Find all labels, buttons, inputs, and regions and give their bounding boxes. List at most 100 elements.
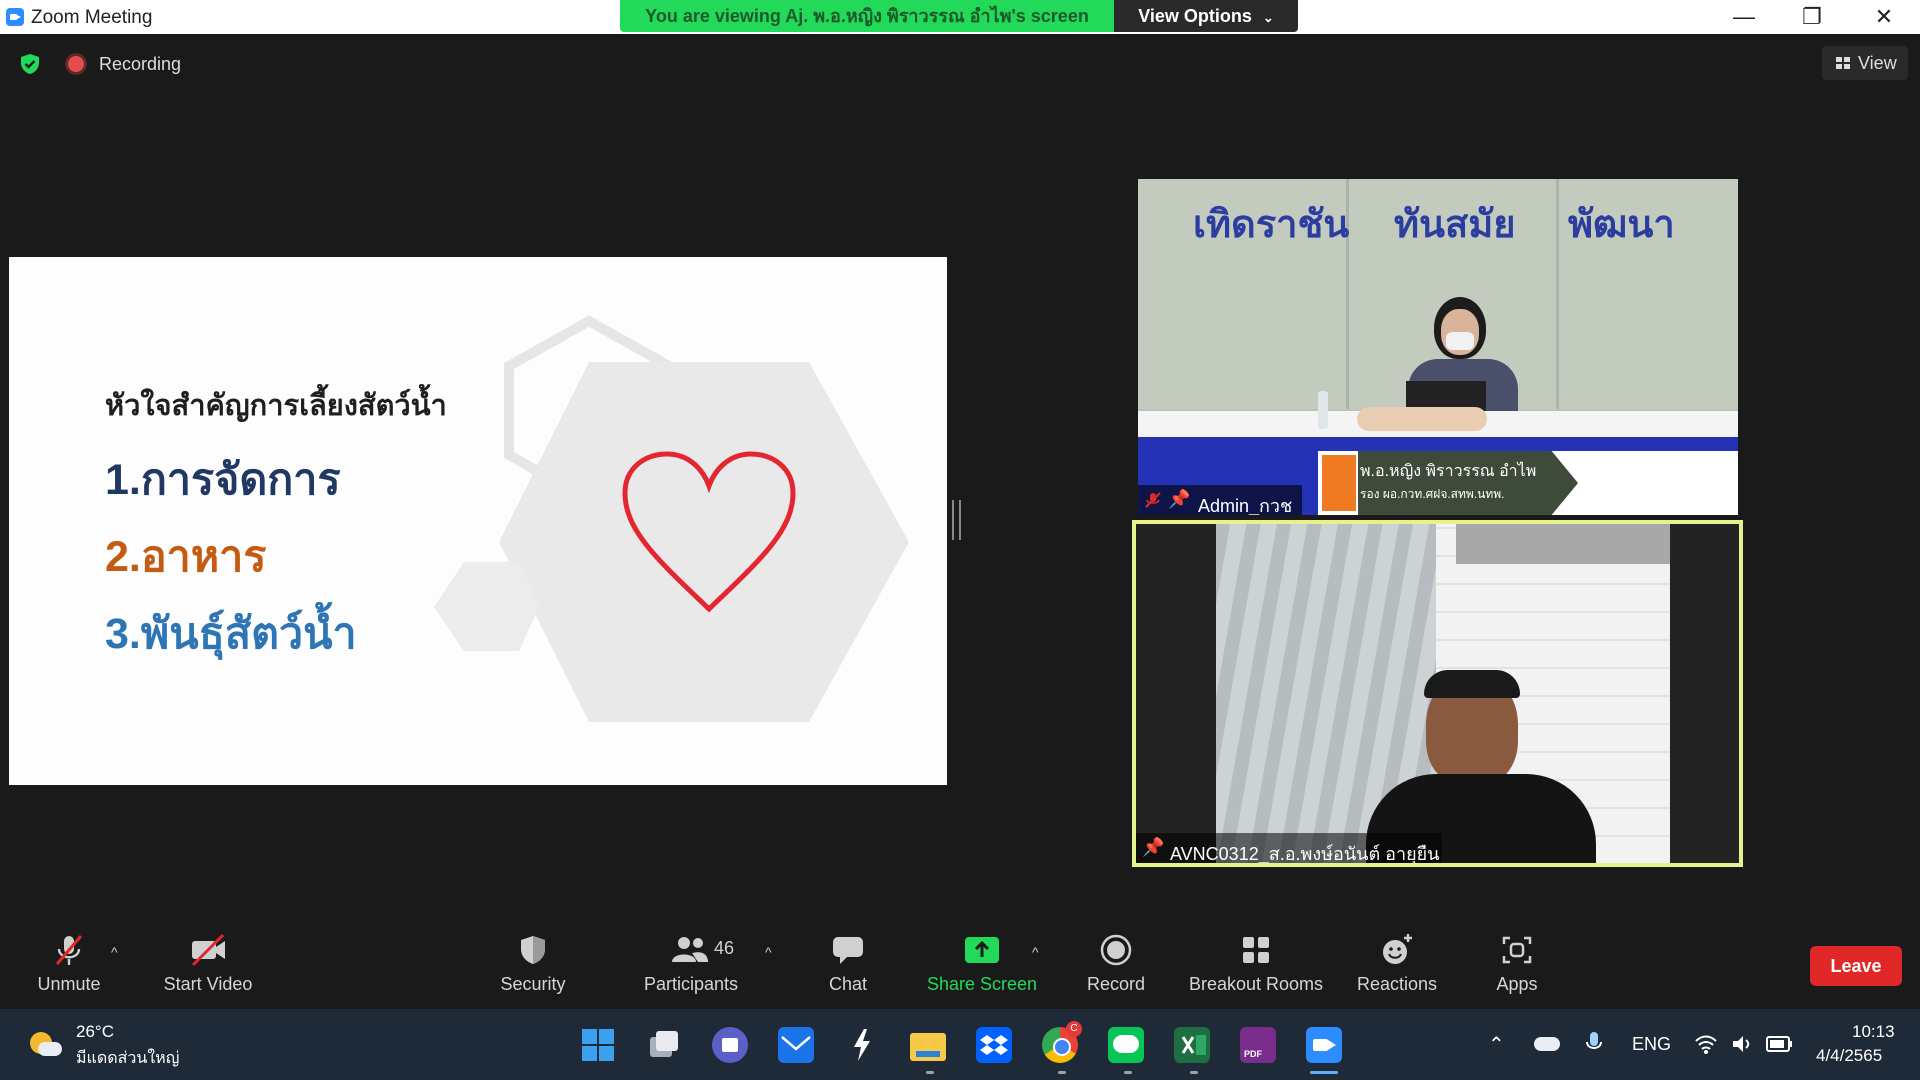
pin-icon: 📌 (1142, 837, 1165, 857)
participants-button[interactable]: 46 Participants (636, 932, 746, 995)
shield-icon (521, 936, 545, 964)
apps-button[interactable]: Apps (1487, 932, 1547, 995)
reactions-label: Reactions (1356, 974, 1438, 994)
chat-button[interactable]: Chat (812, 932, 884, 995)
participant-label: 📌 AVNC0312_ส.อ.พงษ์อนันต์ อายุยืน (1136, 833, 1442, 863)
teams-icon[interactable] (712, 1027, 748, 1063)
excel-icon[interactable] (1174, 1027, 1210, 1063)
share-options-caret[interactable]: ^ (1032, 944, 1039, 960)
participant-label: 📌 Admin_กวช (1138, 485, 1302, 515)
running-indicator (1058, 1071, 1066, 1074)
speaker-hair (1424, 670, 1520, 698)
video-off-icon (191, 933, 225, 967)
microphone-icon[interactable] (1584, 1030, 1604, 1058)
start-video-button[interactable]: Start Video (153, 932, 263, 995)
audio-options-caret[interactable]: ^ (111, 944, 118, 960)
weather-icon[interactable] (28, 1030, 62, 1060)
start-icon[interactable] (580, 1027, 616, 1063)
slide-item-1: 1.การจัดการ (105, 456, 341, 504)
window-title: Zoom Meeting (31, 7, 153, 28)
running-indicator (926, 1071, 934, 1074)
breakout-rooms-button[interactable]: Breakout Rooms (1184, 932, 1328, 995)
record-label: Record (1086, 974, 1146, 994)
slide-item-2: 2.อาหาร (105, 533, 267, 581)
task-view-icon[interactable] (646, 1027, 682, 1063)
recording-icon (68, 56, 84, 72)
apps-label: Apps (1496, 974, 1538, 994)
chat-label: Chat (828, 974, 868, 994)
unmute-button[interactable]: Unmute (24, 932, 114, 995)
participants-options-caret[interactable]: ^ (765, 944, 772, 960)
view-options-button[interactable]: View Options ⌄ (1114, 0, 1298, 32)
leave-button[interactable]: Leave (1810, 946, 1902, 986)
mic-muted-icon (55, 935, 83, 965)
lightning-app-icon[interactable] (844, 1027, 880, 1063)
security-label: Security (500, 974, 566, 994)
smiley-plus-icon (1383, 934, 1412, 964)
reactions-button[interactable]: Reactions (1352, 932, 1442, 995)
video-tile-admin[interactable]: เทิดราชัน ทันสมัย พัฒนา พ.อ.หญิง พิราวรร… (1138, 179, 1738, 515)
start-video-label: Start Video (163, 974, 253, 994)
participants-count: 46 (714, 938, 735, 958)
weather-temperature[interactable]: 26°C (76, 1022, 114, 1042)
chat-bubble-icon (833, 937, 863, 964)
screen-share-banner: You are viewing Aj. พ.อ.หญิง พิราวรรณ อำ… (620, 0, 1114, 32)
zoom-taskbar-icon[interactable] (1306, 1027, 1342, 1063)
speaker-icon[interactable] (1730, 1033, 1754, 1055)
nameplate-logo (1322, 455, 1356, 511)
grid-view-icon (1836, 57, 1850, 69)
wifi-icon[interactable] (1694, 1033, 1718, 1055)
security-button[interactable]: Security (488, 932, 578, 995)
record-icon (1100, 934, 1132, 966)
encryption-shield-icon[interactable] (18, 52, 42, 76)
pdf-app-icon[interactable]: PDF (1240, 1027, 1276, 1063)
participants-icon-group: 46 (636, 932, 746, 968)
onedrive-cloud-icon[interactable] (1534, 1037, 1560, 1051)
pin-icon: 📌 (1168, 489, 1191, 509)
share-screen-label: Share Screen (926, 974, 1038, 994)
water-bottle (1318, 391, 1328, 429)
participants-label: Participants (643, 974, 739, 994)
language-indicator[interactable]: ENG (1632, 1034, 1671, 1055)
close-button[interactable]: ✕ (1850, 0, 1918, 34)
running-indicator (1124, 1071, 1132, 1074)
mail-icon[interactable] (778, 1027, 814, 1063)
clock-time[interactable]: 10:13 (1852, 1022, 1895, 1042)
minimize-button[interactable]: — (1710, 0, 1778, 34)
chrome-icon[interactable]: C (1042, 1021, 1082, 1063)
chrome-profile-badge: C (1066, 1021, 1082, 1037)
breakout-rooms-label: Breakout Rooms (1188, 974, 1324, 994)
shared-screen-slide: หัวใจสำคัญการเลี้ยงสัตว์น้ำ 1.การจัดการ … (9, 257, 947, 785)
backdrop-word-2: ทันสมัย (1394, 204, 1516, 246)
pdf-app-label: PDF (1244, 1049, 1262, 1059)
video-tile-active-speaker[interactable]: 📌 AVNC0312_ส.อ.พงษ์อนันต์ อายุยืน (1132, 520, 1743, 867)
line-icon[interactable] (1108, 1027, 1144, 1063)
view-button[interactable]: View (1822, 46, 1908, 80)
ceiling (1456, 524, 1670, 564)
people-icon (672, 937, 708, 962)
participant-name: AVNC0312_ส.อ.พงษ์อนันต์ อายุยืน (1170, 844, 1440, 864)
cloud-shape (38, 1042, 62, 1056)
backdrop-seam (1556, 179, 1559, 409)
dropbox-icon[interactable] (976, 1027, 1012, 1063)
heart-icon (622, 451, 796, 613)
nameplate-name: พ.อ.หญิง พิราวรรณ อำไพ (1360, 463, 1537, 480)
battery-icon[interactable] (1766, 1035, 1794, 1053)
flower-arrangement (1357, 407, 1487, 431)
unmute-label: Unmute (37, 974, 101, 994)
chevron-up-icon[interactable]: ⌃ (1488, 1032, 1505, 1057)
recording-label: Recording (99, 54, 182, 74)
breakout-rooms-icon (1243, 937, 1269, 963)
panel-resize-handle[interactable] (952, 500, 961, 540)
backdrop-word-1: เทิดราชัน (1193, 204, 1350, 246)
view-label: View (1858, 53, 1897, 73)
record-button[interactable]: Record (1078, 932, 1154, 995)
clock-date[interactable]: 4/4/2565 (1816, 1046, 1882, 1066)
share-screen-button[interactable]: Share Screen (922, 932, 1042, 995)
restore-button[interactable]: ❐ (1778, 0, 1846, 34)
weather-description[interactable]: มีแดดส่วนใหญ่ (76, 1046, 179, 1071)
slide-title: หัวใจสำคัญการเลี้ยงสัตว์น้ำ (105, 390, 447, 422)
backdrop-word-3: พัฒนา (1568, 204, 1675, 246)
file-explorer-icon[interactable] (910, 1027, 946, 1063)
hexagon-background (434, 315, 909, 722)
